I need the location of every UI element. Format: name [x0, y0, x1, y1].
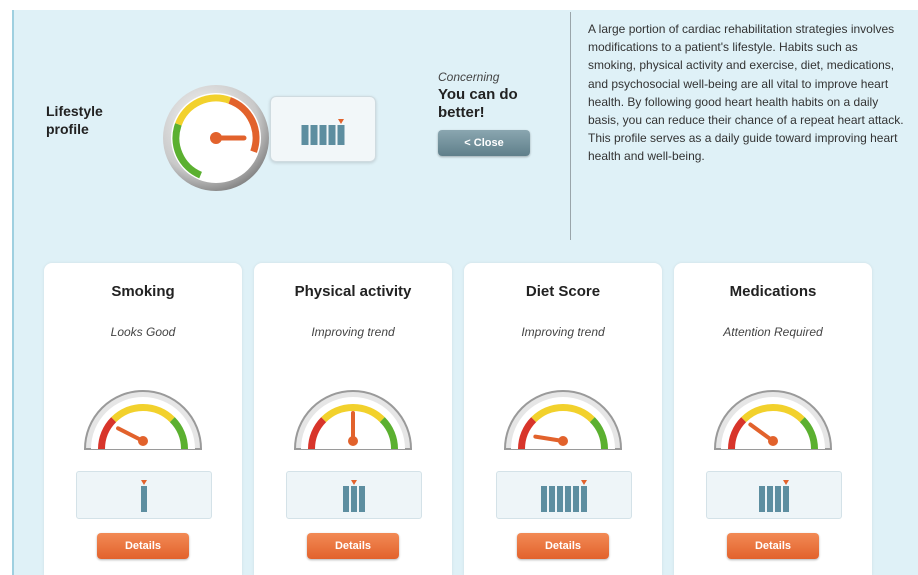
- gauge-icon: [83, 390, 203, 450]
- bar: [549, 486, 555, 512]
- bar: [319, 125, 327, 145]
- card-physical-activity: Physical activity Improving trend Detail…: [254, 263, 452, 575]
- bar: [581, 486, 587, 512]
- card-title: Diet Score: [525, 283, 601, 300]
- details-button-medications[interactable]: Details: [727, 533, 819, 559]
- bar: [310, 125, 318, 145]
- card-title: Physical activity: [294, 283, 412, 300]
- gauge-icon: [713, 390, 833, 450]
- bar-marker: [581, 480, 587, 485]
- bar-marker: [783, 480, 789, 485]
- card-status: Improving trend: [311, 325, 395, 339]
- bar-chart: [541, 480, 587, 512]
- bar-chart: [343, 480, 365, 512]
- bar: [351, 486, 357, 512]
- bar-chart-box: [706, 471, 842, 519]
- card-smoking: Smoking Looks Good Details: [44, 263, 242, 575]
- bar: [343, 486, 349, 512]
- status-message: You can do better!: [438, 86, 518, 121]
- gauge-hub: [138, 436, 148, 446]
- bar-chart-box: [286, 471, 422, 519]
- card-status: Attention Required: [723, 325, 823, 339]
- card-title: Smoking: [111, 283, 175, 300]
- bar: [565, 486, 571, 512]
- card-status: Improving trend: [521, 325, 605, 339]
- profile-title: Lifestyle profile: [46, 103, 103, 137]
- bar: [557, 486, 563, 512]
- bar: [573, 486, 579, 512]
- bar: [775, 486, 781, 512]
- bar-chart: [141, 480, 147, 512]
- bar: [359, 486, 365, 512]
- profile-bar-chart: [301, 119, 345, 145]
- details-button-physical-activity[interactable]: Details: [307, 533, 399, 559]
- card-status: Looks Good: [110, 325, 176, 339]
- bar: [767, 486, 773, 512]
- status-label: Concerning: [438, 70, 500, 84]
- bar-marker: [351, 480, 357, 485]
- profile-status: Concerning You can do better!: [438, 70, 558, 122]
- card-diet-score: Diet Score Improving trend Details: [464, 263, 662, 575]
- profile-gauge-icon: [163, 85, 269, 191]
- card-title: Medications: [729, 283, 817, 300]
- bar-marker: [141, 480, 147, 485]
- bar: [759, 486, 765, 512]
- gauge-hub: [348, 436, 358, 446]
- bar: [141, 486, 147, 512]
- gauge-icon: [293, 390, 413, 450]
- details-button-smoking[interactable]: Details: [97, 533, 189, 559]
- close-button[interactable]: < Close: [438, 130, 530, 156]
- profile-description: A large portion of cardiac rehabilitatio…: [588, 22, 904, 164]
- gauge-icon: [503, 390, 623, 450]
- gauge-hub: [768, 436, 778, 446]
- card-medications: Medications Attention Required Details: [674, 263, 872, 575]
- bar: [328, 125, 336, 145]
- bar: [783, 486, 789, 512]
- gauge-hub: [558, 436, 568, 446]
- panel-divider: [570, 12, 571, 240]
- bar: [337, 125, 345, 145]
- bar-chart-box: [496, 471, 632, 519]
- bar-marker: [338, 119, 344, 124]
- profile-bar-card: [270, 96, 376, 162]
- bar-chart: [759, 480, 789, 512]
- details-button-diet-score[interactable]: Details: [517, 533, 609, 559]
- bar: [301, 125, 309, 145]
- bar: [541, 486, 547, 512]
- bar-chart-box: [76, 471, 212, 519]
